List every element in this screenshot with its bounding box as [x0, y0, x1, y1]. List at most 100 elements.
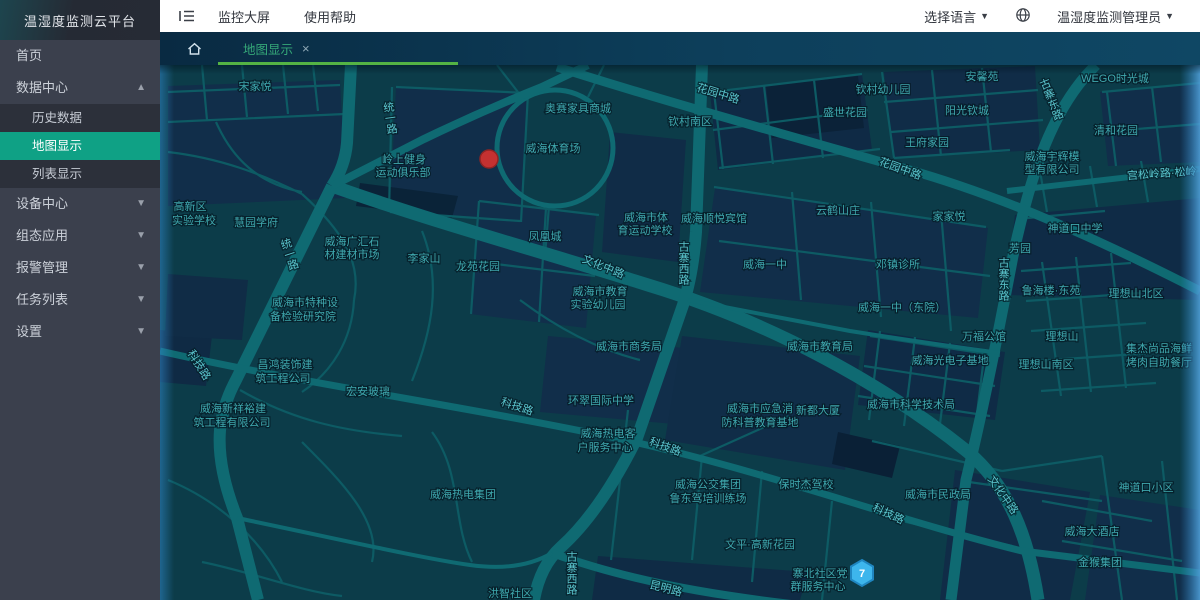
sidebar-item-6[interactable]: 设置 ▼ [0, 316, 160, 348]
tab-label: 地图显示 [243, 39, 293, 58]
map-label: 鲁东驾培训练场 [670, 491, 747, 505]
sidebar-item-label: 任务列表 [16, 284, 68, 316]
sidebar-item-label: 组态应用 [16, 220, 68, 252]
map-label: 威海市教育 [573, 284, 628, 298]
sidebar-subitem-1-0[interactable]: 历史数据 [0, 104, 160, 132]
map-label: 型有限公司 [1025, 162, 1080, 176]
map-label: 威海热电集团 [430, 487, 496, 501]
map-label: 神道口小区 [1119, 480, 1174, 494]
map-label: 清和花园 [1094, 124, 1138, 137]
map-label: 盛世花园 [823, 105, 867, 119]
map-label: 家家悦 [933, 209, 966, 223]
globe-icon[interactable] [1015, 7, 1031, 26]
chevron-up-icon: ▲ [136, 72, 146, 104]
map-label: 威海广汇石 [325, 234, 380, 248]
sidebar-item-1[interactable]: 数据中心 ▲ [0, 72, 160, 104]
map-label: 文平·高新花园 [725, 537, 795, 551]
map-label: 威海体育场 [526, 141, 581, 155]
sidebar-item-5[interactable]: 任务列表 ▼ [0, 284, 160, 316]
map-label: 理想山南区 [1019, 357, 1074, 371]
map-label: 昌鸿装饰建 [258, 357, 313, 371]
sidebar-item-0[interactable]: 首页 [0, 40, 160, 72]
sidebar-item-label: 数据中心 [16, 72, 68, 104]
map-label: 凤凰城 [529, 230, 562, 243]
map-label: 鲁海楼·东苑 [1022, 283, 1081, 297]
sidebar-item-3[interactable]: 组态应用 ▼ [0, 220, 160, 252]
sidebar-item-4[interactable]: 报警管理 ▼ [0, 252, 160, 284]
map-marker-red[interactable] [480, 150, 498, 168]
sidebar-subitem-1-1[interactable]: 地图显示 [0, 132, 160, 160]
language-label: 选择语言 [924, 7, 976, 26]
progress-bar [218, 62, 458, 65]
top-header: 监控大屏 使用帮助 选择语言 ▼ 温湿度监测管理员 ▼ [160, 0, 1200, 32]
map-label: 保时杰驾校 [779, 477, 834, 491]
road-label: 古寨西路 [679, 241, 690, 287]
map-label: 筑工程有限公司 [194, 415, 271, 429]
map-label: 理想山北区 [1109, 286, 1164, 300]
map-top-shadow [160, 65, 1200, 74]
chevron-down-icon: ▼ [136, 284, 146, 316]
map-label: 环翠国际中学 [568, 393, 634, 407]
map-label: 宋家悦 [239, 79, 272, 93]
map-label: 芳园 [1009, 241, 1031, 255]
map-label: 育运动学校 [618, 223, 673, 237]
map-label: 筑工程公司 [256, 371, 311, 385]
close-icon[interactable]: × [302, 42, 310, 55]
language-select[interactable]: 选择语言 ▼ [924, 7, 989, 26]
chevron-down-icon: ▼ [136, 188, 146, 220]
map-label: 威海顺悦宾馆 [681, 211, 747, 225]
map-label: 邓镇诊所 [876, 257, 920, 271]
map-label: 云鹤山庄 [816, 203, 860, 217]
map-label: 奥赛家具商城 [545, 101, 611, 115]
map-label: 威海市民政局 [905, 487, 971, 501]
map-label: 威海热电客 [581, 426, 636, 440]
map-label: 洪智社区 [488, 586, 532, 600]
map-label: 威海市教育局 [787, 339, 853, 353]
user-menu[interactable]: 温湿度监测管理员 ▼ [1057, 7, 1174, 26]
map-label: 威海市特种设 [272, 295, 338, 309]
map-label: 慧园学府 [234, 215, 278, 229]
tab-bar: 地图显示 × [160, 32, 1200, 65]
sidebar-subitem-1-2[interactable]: 列表显示 [0, 160, 160, 188]
sidebar-item-label: 报警管理 [16, 252, 68, 284]
map-label: 威海宇辉模 [1025, 149, 1080, 163]
map-label: 李家山 [408, 251, 441, 265]
header-menu: 监控大屏 使用帮助 [218, 7, 356, 26]
map-marker-cluster[interactable]: 7 [851, 560, 873, 586]
sidebar-item-2[interactable]: 设备中心 ▼ [0, 188, 160, 220]
map-label: 钦村南区 [668, 114, 712, 128]
map-label: 威海公交集团 [675, 477, 741, 491]
header-menu-item-1[interactable]: 使用帮助 [304, 7, 356, 26]
header-menu-item-0[interactable]: 监控大屏 [218, 7, 270, 26]
tab-map-display[interactable]: 地图显示 × [243, 39, 310, 58]
map-label: 运动俱乐部 [376, 165, 431, 179]
sidebar-menu: 首页数据中心▲历史数据地图显示列表显示设备中心▼组态应用▼报警管理▼任务列表▼设… [0, 40, 160, 348]
map-label: 金猴集团 [1078, 555, 1122, 569]
map-label: 威海一中（东院） [858, 300, 946, 314]
sidebar-submenu: 历史数据地图显示列表显示 [0, 104, 160, 188]
map-label: 新都大厦 [796, 403, 840, 417]
map-right-edge-glow [1180, 65, 1200, 600]
map-label: 威海大酒店 [1065, 524, 1120, 538]
chevron-down-icon: ▼ [136, 220, 146, 252]
chevron-down-icon: ▼ [136, 316, 146, 348]
map-label: 威海新祥裕建 [200, 401, 266, 415]
header-right: 选择语言 ▼ 温湿度监测管理员 ▼ [924, 7, 1200, 26]
menu-fold-icon[interactable] [178, 8, 196, 24]
sidebar-item-label: 设置 [16, 316, 42, 348]
chevron-down-icon: ▼ [136, 252, 146, 284]
map-label: 理想山 [1046, 329, 1079, 343]
map-label: 万福公馆 [962, 329, 1006, 343]
map-label: 王府家园 [905, 135, 949, 149]
map-label: 钦村幼儿园 [856, 82, 911, 96]
cluster-count-label: 7 [859, 568, 865, 580]
map-label: 龙苑花园 [456, 260, 500, 273]
map-label: 宏安玻璃 [346, 384, 390, 398]
road-label: 古寨东路 [999, 257, 1010, 303]
map-label: 威海市体 [624, 210, 668, 224]
sidebar-item-label: 设备中心 [16, 188, 68, 220]
map-canvas[interactable]: 宋家悦高新区实验学校慧园学府岭上健身运动俱乐部奥赛家具商城威海体育场钦村南区凤凰… [160, 65, 1200, 600]
home-icon[interactable] [186, 41, 203, 57]
map-container: 宋家悦高新区实验学校慧园学府岭上健身运动俱乐部奥赛家具商城威海体育场钦村南区凤凰… [160, 65, 1200, 600]
map-label: 寨北社区党 [793, 566, 848, 580]
